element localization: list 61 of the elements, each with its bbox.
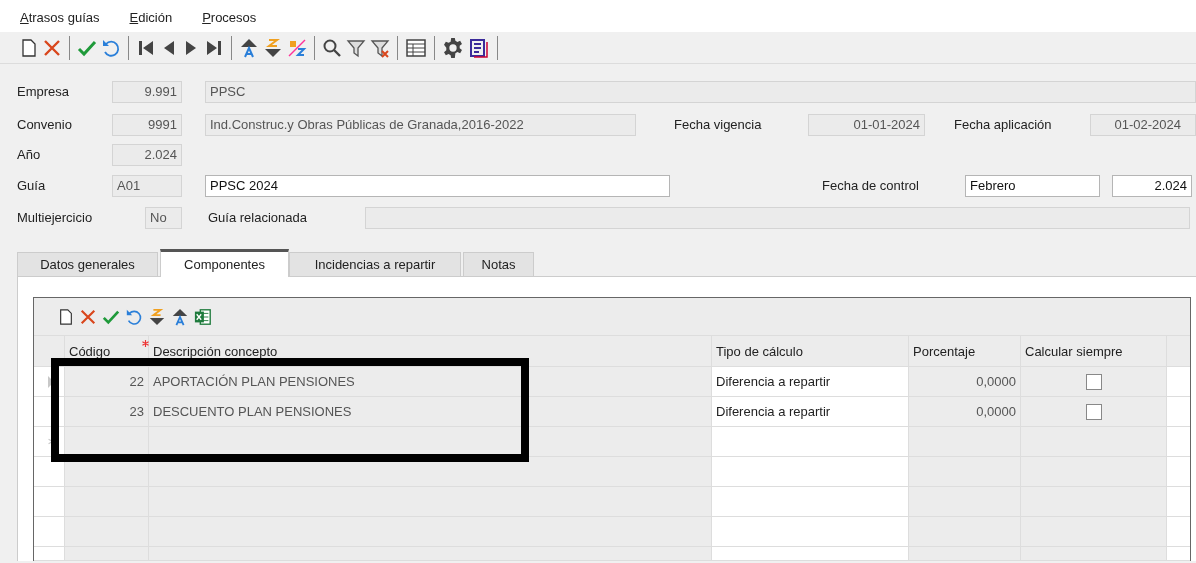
undo-icon[interactable] — [125, 307, 143, 326]
input-field[interactable]: PPSC — [205, 81, 1196, 103]
column-header: Descripción concepto — [153, 343, 278, 361]
menu-item[interactable]: Atrasos guías — [20, 7, 100, 27]
delete-icon[interactable] — [79, 307, 97, 326]
column-header: Porcentaje — [913, 343, 976, 361]
column-header: Tipo de cálculo — [716, 343, 803, 361]
input-field[interactable]: Ind.Construc.y Obras Públicas de Granada,2016-2022 — [205, 114, 636, 136]
table-cell: APORTACIÓN PLAN PENSIONES — [149, 367, 712, 396]
input-field[interactable]: 01-02-2024 — [1090, 114, 1196, 136]
input-field[interactable]: 01-01-2024 — [808, 114, 925, 136]
column-header: Código — [69, 343, 111, 361]
field-label: Fecha vigencia — [674, 116, 763, 135]
field-label: Guía — [17, 177, 47, 196]
tab[interactable]: Notas — [463, 252, 534, 276]
input-field[interactable] — [365, 207, 1190, 229]
input-field[interactable]: 9991 — [112, 114, 182, 136]
current-row-icon — [48, 375, 54, 388]
column-header: Calcular siempre — [1025, 343, 1123, 361]
menu-item[interactable]: Edición — [129, 7, 173, 27]
new-document-icon[interactable] — [58, 307, 74, 326]
input-field[interactable]: 9.991 — [112, 81, 182, 103]
sort-descending-icon[interactable] — [263, 37, 283, 58]
field-label: Multiejercicio — [17, 209, 94, 228]
sort-ascending-icon[interactable] — [239, 37, 259, 58]
menu-item[interactable]: Procesos — [202, 7, 257, 27]
table-cell: 0,0000 — [909, 397, 1021, 426]
report-icon[interactable] — [468, 36, 490, 59]
table-cell: 0,0000 — [909, 367, 1021, 396]
delete-icon[interactable] — [42, 37, 62, 58]
tab[interactable]: Incidencias a repartir — [289, 252, 461, 276]
field-label: Guía relacionada — [208, 209, 308, 228]
sort-descending-icon[interactable] — [148, 307, 166, 326]
input-field[interactable]: No — [145, 207, 182, 229]
field-label: Empresa — [17, 83, 71, 102]
sort-ascending-icon[interactable] — [171, 307, 189, 326]
tab[interactable]: Componentes — [160, 249, 289, 277]
input-field[interactable]: 2.024 — [112, 144, 182, 166]
search-icon[interactable] — [322, 37, 342, 58]
checkbox[interactable] — [1085, 403, 1102, 420]
field-label: Fecha aplicación — [954, 116, 1053, 135]
filter-icon[interactable] — [346, 37, 366, 58]
input-field[interactable]: A01 — [112, 175, 182, 197]
input-field[interactable]: Febrero — [965, 175, 1100, 197]
field-label: Convenio — [17, 116, 73, 135]
tab[interactable]: Datos generales — [17, 252, 158, 276]
input-field[interactable]: 2.024 — [1112, 175, 1192, 197]
sort-alphabetical-icon[interactable] — [287, 37, 307, 58]
field-label: Año — [17, 146, 42, 165]
table-cell: 23 — [65, 397, 149, 426]
new-document-icon[interactable] — [20, 37, 38, 58]
clear-filter-icon[interactable] — [370, 37, 390, 58]
table-icon[interactable] — [405, 37, 427, 58]
settings-icon[interactable] — [442, 36, 464, 59]
undo-icon[interactable] — [101, 37, 121, 58]
field-label: Fecha de control — [822, 177, 920, 196]
checkbox[interactable] — [1085, 373, 1102, 390]
input-field[interactable]: PPSC 2024 — [205, 175, 670, 197]
table-cell: 22 — [65, 367, 149, 396]
table-cell: DESCUENTO PLAN PENSIONES — [149, 397, 712, 426]
spreadsheet-icon[interactable] — [194, 307, 212, 326]
